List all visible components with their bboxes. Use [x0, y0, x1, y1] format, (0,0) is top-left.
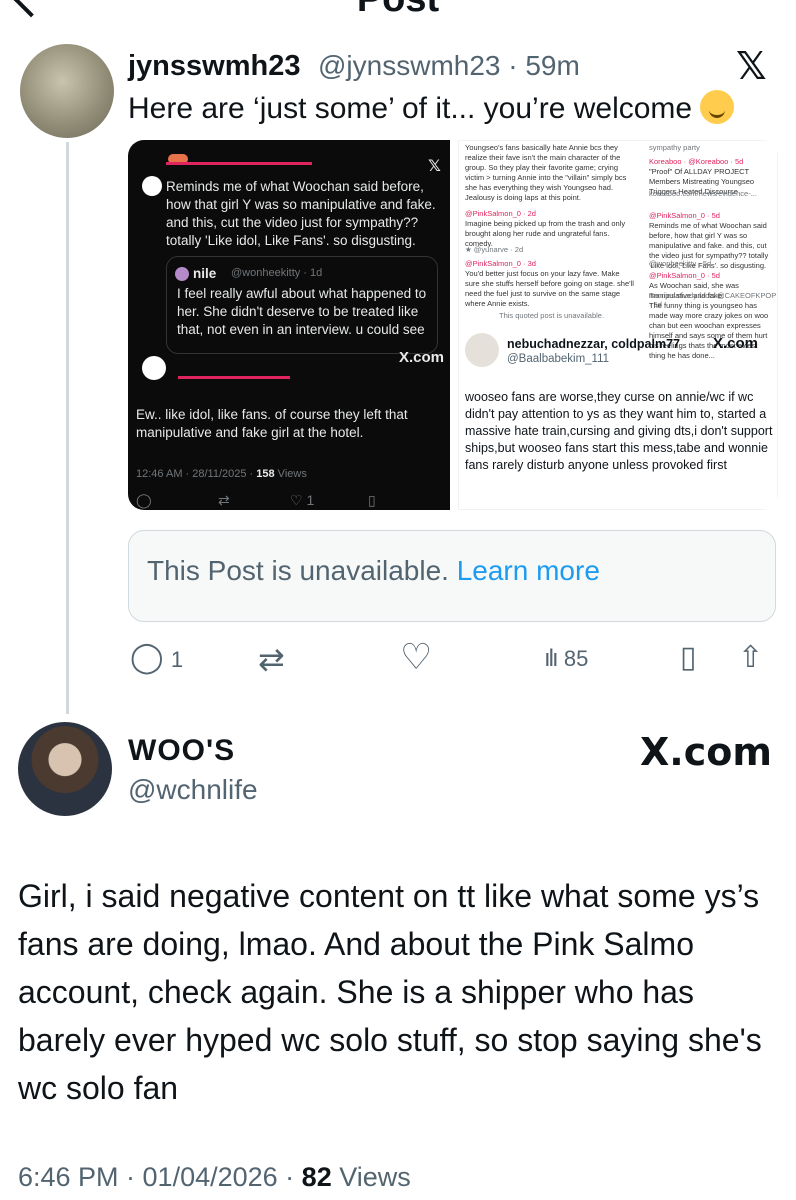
views-label: Views [274, 468, 307, 480]
author-name: nebuchadnezzar, coldpalm77 [507, 337, 680, 351]
share-icon[interactable]: ⇧ [738, 640, 763, 675]
tweet-text: wooseo fans are worse,they curse on anni… [465, 390, 773, 472]
unavailable-text: This Post is unavailable. Learn more [147, 555, 600, 587]
reply-count: 1 [170, 647, 184, 672]
xcom-label: X.com [640, 730, 772, 774]
bookmark-icon[interactable]: ▯ [680, 640, 697, 675]
avatar [142, 176, 162, 196]
thread-line [66, 142, 69, 714]
reply-name: ★ @yunarve · 2d [465, 245, 524, 254]
xcom-label: X.com [399, 349, 445, 366]
quoted-unavailable: This quoted post is unavailable. [499, 311, 605, 320]
post-text-content: Here are ‘just some’ of it... you’re wel… [128, 92, 693, 125]
post-text: Girl, i said negative content on tt like… [18, 878, 762, 1106]
unavailable-message: This Post is unavailable. [147, 555, 449, 586]
side-name: @PinkSalmon_0 · 5d [649, 211, 720, 220]
tweet-text: Youngseo's fans basically hate Annie bcs… [465, 143, 627, 202]
like-icon[interactable]: ♡ [400, 636, 432, 678]
quoted-tweet[interactable]: nile @wonheekitty · 1d I feel really awf… [166, 256, 438, 354]
author-handle: @Baalbabekim_111 [507, 353, 610, 365]
side-name: @wonheekitty · 5d [649, 259, 712, 268]
unavailable-post-card: This Post is unavailable. Learn more [128, 530, 776, 622]
reply-name: @PinkSalmon_0 · 3d [465, 259, 536, 268]
views-count: 85 [563, 646, 589, 671]
reply-text: You'd better just focus on your lazy fav… [465, 269, 634, 308]
redaction-mark [178, 376, 290, 379]
views-icon: ılı [544, 645, 559, 672]
author-name[interactable]: WOO'S [128, 734, 235, 768]
avatar [175, 267, 189, 281]
reply-name: @PinkSalmon_0 · 2d [465, 209, 536, 218]
author-handle[interactable]: @jynsswmh23 · 59m [318, 50, 580, 82]
repost-icon[interactable]: ⇄ [258, 640, 285, 678]
reply-icon: ◯ [136, 492, 152, 508]
tweet-time: 12:46 AM · 28/11/2025 · [136, 468, 257, 480]
side-link: koreaboo.com/news/evidence-... [649, 189, 757, 198]
avatar[interactable] [20, 44, 114, 138]
reply-text: Ew.. like idol, like fans. of course the… [136, 407, 408, 440]
x-logo-icon: 𝕏 [428, 156, 441, 175]
repost-icon: ⇄ [218, 492, 230, 508]
xcom-label: X.com [713, 335, 759, 352]
reply-icon: ◯ [130, 641, 164, 674]
avatar [465, 333, 499, 367]
post-media[interactable]: 𝕏 Reminds me of what Woochan said before… [128, 140, 778, 510]
side-text: sympathy party [649, 143, 700, 152]
redaction-mark [166, 162, 312, 165]
tweet-meta: 12:46 AM · 28/11/2025 · 158 Views [136, 468, 307, 480]
learn-more-link[interactable]: Learn more [457, 555, 600, 586]
side-text: The funny thing is youngseo has made way… [649, 301, 769, 360]
quoted-handle: @wonheekitty · 1d [231, 267, 323, 279]
views-count: 158 [256, 468, 275, 480]
bookmark-icon: ▯ [368, 492, 376, 508]
side-name: @PinkSalmon_0 · 5d [649, 271, 720, 280]
relieved-face-icon [700, 90, 735, 124]
reply-button[interactable]: ◯ 1 [130, 640, 183, 675]
author-handle[interactable]: @wchnlife [128, 774, 258, 806]
like-icon: ♡ 1 [290, 492, 315, 508]
like-count: 1 [306, 492, 315, 508]
avatar[interactable] [18, 722, 112, 816]
quoted-text: I feel really awful about what happened … [177, 286, 427, 337]
tweet-text: Reminds me of what Woochan said before, … [166, 179, 436, 248]
post-text: Here are ‘just some’ of it... you’re wel… [128, 90, 735, 126]
views-label: Views [331, 1162, 411, 1192]
embedded-screenshot-light[interactable]: Youngseo's fans basically hate Annie bcs… [458, 140, 778, 510]
avatar [142, 356, 166, 380]
page-title: Post [0, 0, 796, 21]
post-time[interactable]: 6:46 PM · 01/04/2026 · [18, 1162, 302, 1192]
author-name[interactable]: jynsswmh23 [128, 50, 300, 83]
embedded-screenshot-dark[interactable]: 𝕏 Reminds me of what Woochan said before… [128, 140, 450, 510]
side-name: Koreaboo · @Koreaboo · 5d [649, 157, 744, 166]
x-logo-icon: 𝕏 [736, 44, 767, 88]
views-button[interactable]: ılı 85 [544, 642, 588, 673]
post-meta: 6:46 PM · 01/04/2026 · 82 Views [18, 1162, 411, 1193]
views-count: 82 [301, 1162, 332, 1192]
quoted-name: nile [193, 266, 217, 281]
